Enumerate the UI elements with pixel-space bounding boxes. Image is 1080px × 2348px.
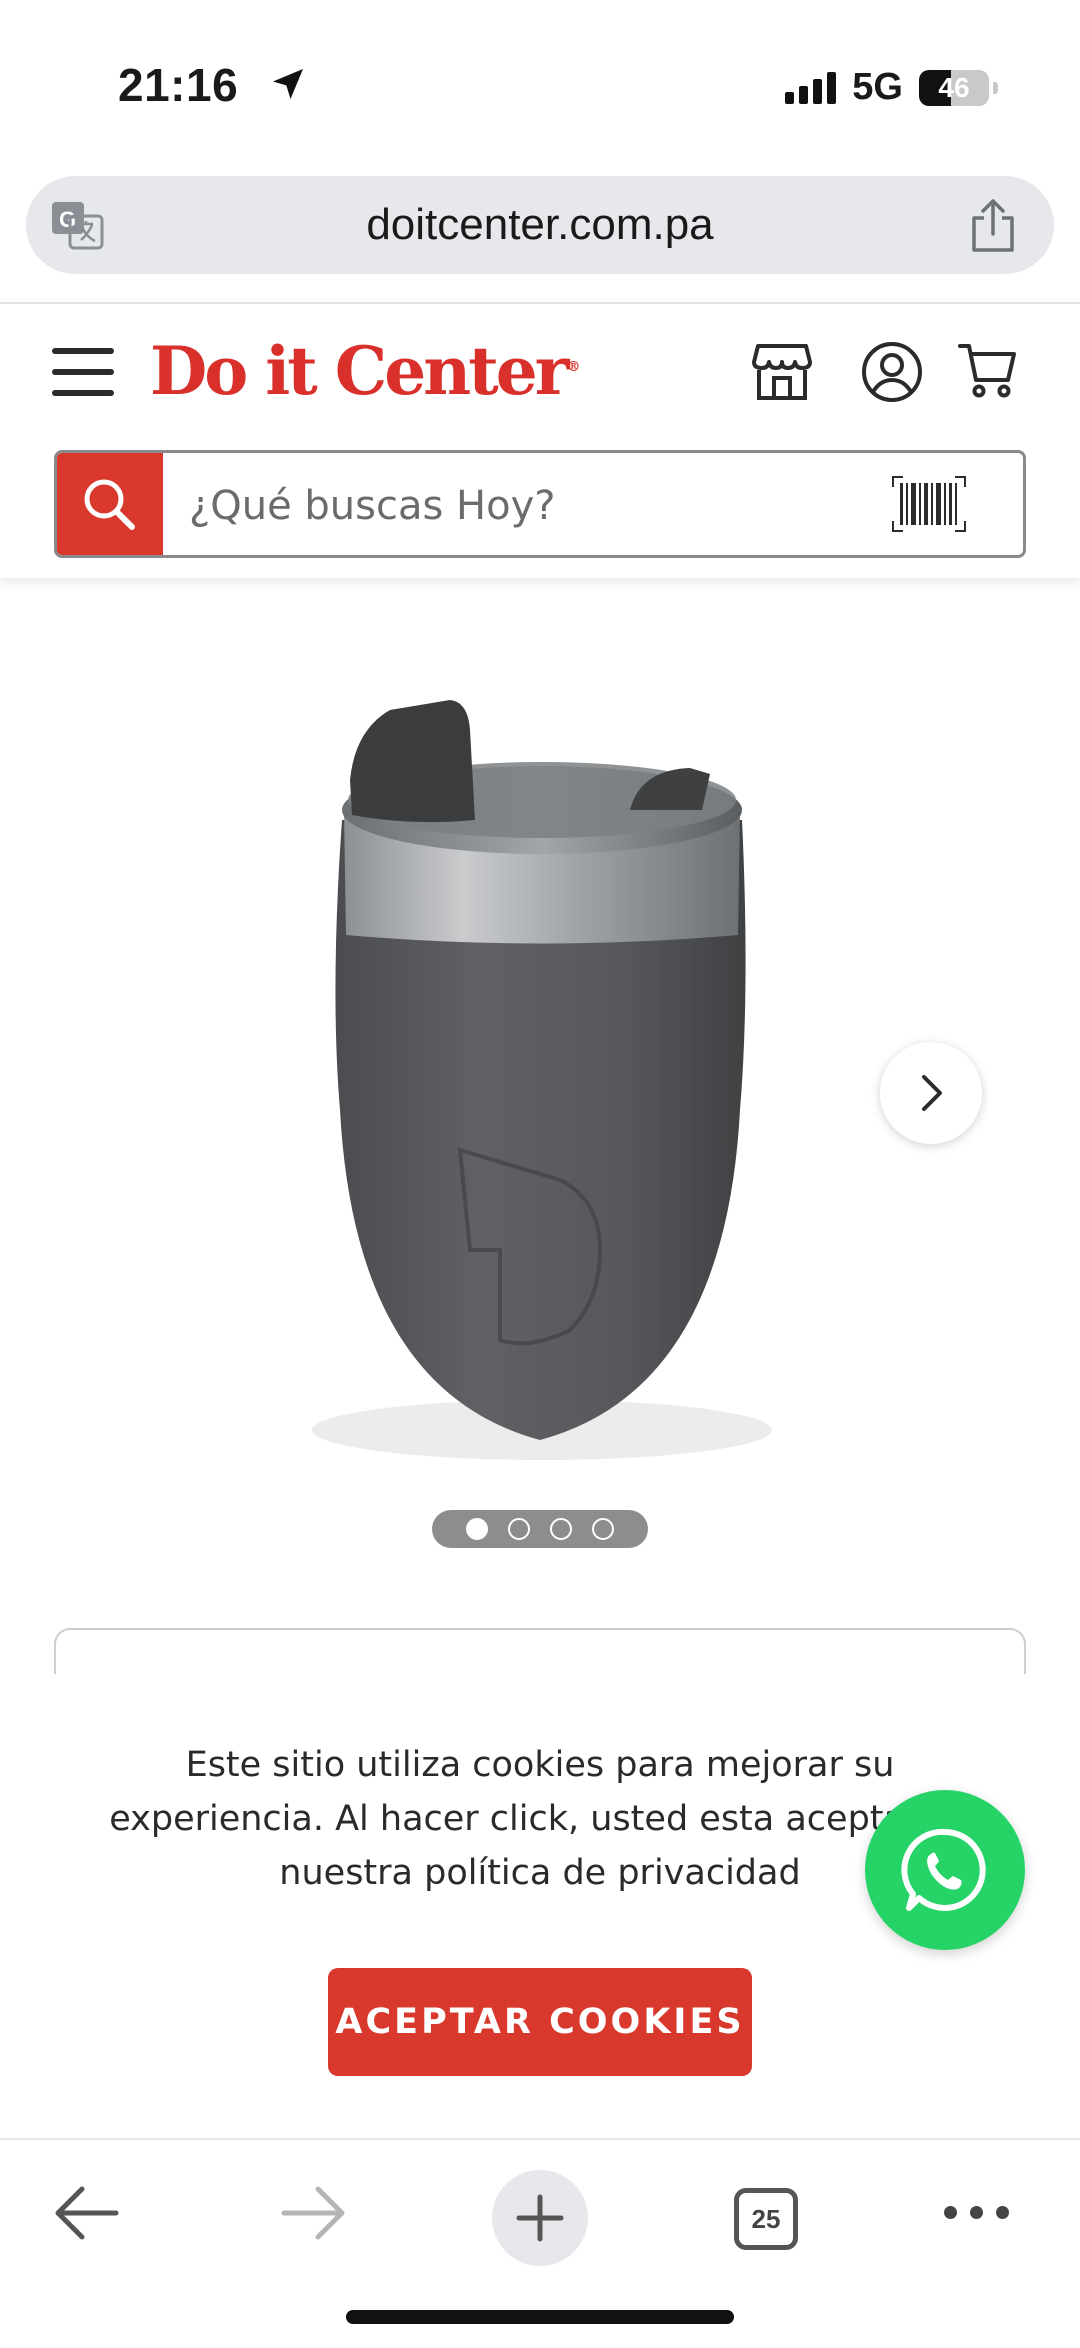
whatsapp-icon <box>901 1828 986 1911</box>
carousel-dot[interactable] <box>550 1518 572 1540</box>
status-time: 21:16 <box>118 58 303 112</box>
network-type: 5G <box>852 66 903 108</box>
cookie-message: Este sitio utiliza cookies para mejorar … <box>109 1745 971 1893</box>
battery-cap <box>993 81 998 94</box>
new-tab-button[interactable] <box>492 2170 588 2266</box>
more-menu-icon[interactable] <box>944 2206 1009 2219</box>
battery-icon: 46 <box>919 69 989 106</box>
battery-level: 46 <box>938 71 970 103</box>
menu-icon[interactable] <box>52 348 114 398</box>
logo-text: Do it Center <box>150 332 570 410</box>
carousel-dot[interactable] <box>466 1518 488 1540</box>
carousel-dots <box>432 1510 648 1548</box>
plus-icon <box>516 2194 564 2242</box>
whatsapp-button[interactable] <box>865 1790 1025 1950</box>
search-bar <box>54 450 1026 558</box>
chevron-right-icon <box>922 1075 942 1111</box>
logo-mark: ® <box>566 359 581 375</box>
address-bar[interactable]: G doitcenter.com.pa <box>26 176 1054 274</box>
search-icon <box>84 479 135 530</box>
share-icon[interactable] <box>968 198 1018 254</box>
back-arrow-icon[interactable] <box>52 2182 120 2244</box>
signal-icon <box>785 71 837 104</box>
status-time-text: 21:16 <box>118 59 239 111</box>
accept-cookies-button[interactable]: ACEPTAR COOKIES <box>328 1968 752 2076</box>
store-icon[interactable] <box>750 340 814 404</box>
product-image[interactable] <box>270 690 810 1490</box>
forward-arrow-icon[interactable] <box>280 2182 348 2244</box>
carousel-dot[interactable] <box>592 1518 614 1540</box>
account-icon[interactable] <box>860 340 924 404</box>
site-logo[interactable]: Do it Center® <box>150 332 581 410</box>
barcode-scan-icon[interactable] <box>891 475 967 533</box>
carousel-next-button[interactable] <box>880 1042 982 1144</box>
search-button[interactable] <box>57 453 163 555</box>
cart-icon[interactable] <box>958 340 1018 400</box>
location-arrow-icon <box>273 69 303 99</box>
url-text[interactable]: doitcenter.com.pa <box>26 200 1054 250</box>
site-header: Do it Center® <box>0 304 1080 578</box>
status-bar: 21:16 5G 46 <box>0 0 1080 170</box>
carousel-dot[interactable] <box>508 1518 530 1540</box>
search-input[interactable] <box>189 483 789 529</box>
tabs-button[interactable]: 25 <box>734 2188 798 2250</box>
home-indicator[interactable] <box>346 2310 734 2324</box>
status-indicators: 5G 46 <box>785 66 998 109</box>
